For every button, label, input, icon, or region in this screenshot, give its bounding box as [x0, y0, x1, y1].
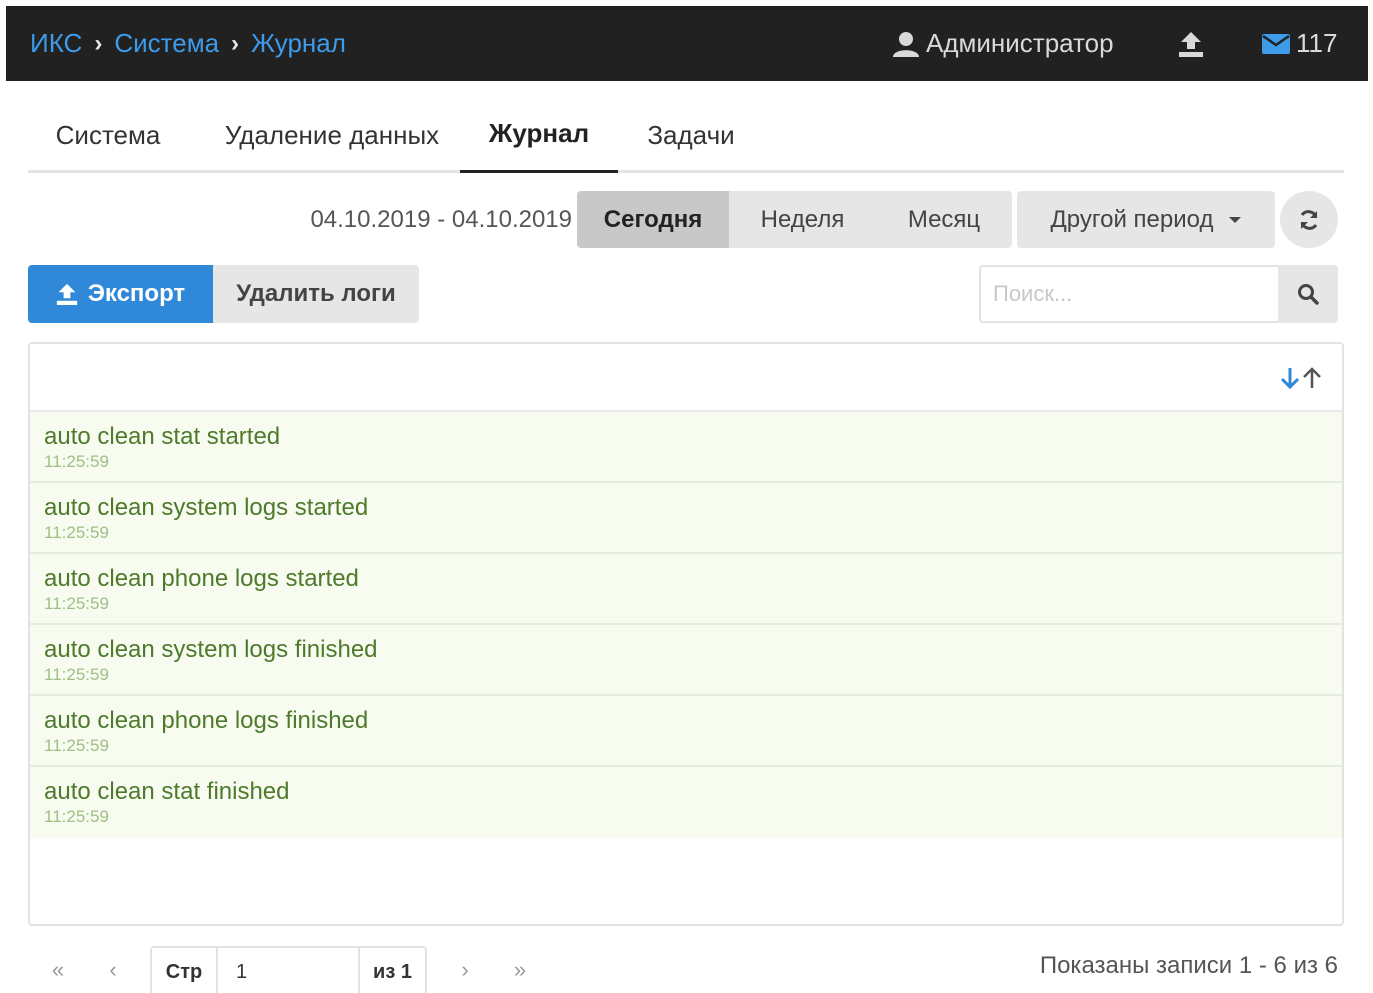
export-button[interactable]: Экспорт	[28, 265, 213, 323]
log-row: auto clean stat started 11:25:59	[30, 412, 1342, 483]
log-time: 11:25:59	[44, 594, 109, 613]
user-menu[interactable]: Администратор	[892, 6, 1114, 81]
refresh-icon	[1300, 209, 1318, 230]
page-number-input[interactable]	[216, 948, 360, 993]
top-bar: ИКС › Система › Журнал Администратор 117	[6, 6, 1368, 81]
log-message: auto clean system logs started	[44, 494, 369, 521]
upload-button[interactable]	[1178, 31, 1204, 62]
date-range: 04.10.2019 - 04.10.2019	[310, 205, 572, 233]
chevron-right-icon: ›	[94, 29, 103, 57]
breadcrumb-system[interactable]: Система	[114, 28, 219, 59]
log-message: auto clean phone logs started	[44, 565, 359, 592]
log-time: 11:25:59	[44, 523, 109, 542]
user-icon	[893, 31, 919, 57]
log-message: auto clean stat finished	[44, 778, 290, 805]
search-input[interactable]	[979, 265, 1278, 323]
prev-page-button[interactable]: ‹	[98, 946, 128, 993]
next-page-button[interactable]: ›	[450, 946, 480, 993]
caret-down-icon	[1229, 216, 1242, 223]
arrow-up-icon[interactable]	[1302, 366, 1322, 390]
records-info: Показаны записи 1 - 6 из 6	[1039, 952, 1338, 979]
refresh-button[interactable]	[1280, 191, 1338, 248]
upload-icon	[56, 283, 77, 305]
log-row: auto clean system logs started 11:25:59	[30, 483, 1342, 554]
log-panel: auto clean stat started 11:25:59 auto cl…	[28, 342, 1344, 926]
week-button[interactable]: Неделя	[729, 191, 876, 248]
log-time: 11:25:59	[44, 665, 109, 684]
last-page-button[interactable]: »	[502, 946, 538, 993]
log-message: auto clean system logs finished	[44, 636, 378, 663]
tab-tasks[interactable]: Задачи	[634, 97, 748, 173]
log-message: auto clean phone logs finished	[44, 707, 369, 734]
envelope-icon	[1262, 33, 1290, 54]
tab-data-deletion[interactable]: Удаление данных	[206, 97, 458, 173]
breadcrumb: ИКС › Система › Журнал	[30, 6, 346, 81]
month-button[interactable]: Месяц	[876, 191, 1012, 248]
other-period-label: Другой период	[1050, 205, 1214, 233]
user-name: Администратор	[926, 28, 1114, 58]
page-total: из 1	[373, 960, 412, 983]
search-icon	[1298, 284, 1319, 305]
log-time: 11:25:59	[44, 452, 109, 471]
search-button[interactable]	[1278, 265, 1338, 323]
breadcrumb-journal[interactable]: Журнал	[251, 28, 346, 59]
log-row: auto clean phone logs started 11:25:59	[30, 554, 1342, 625]
first-page-button[interactable]: «	[40, 946, 76, 993]
other-period-dropdown[interactable]: Другой период	[1017, 191, 1275, 248]
upload-icon	[1179, 32, 1203, 57]
log-row: auto clean stat finished 11:25:59	[30, 767, 1342, 838]
mail-button[interactable]: 117	[1262, 6, 1337, 81]
chevron-right-icon: ›	[231, 29, 240, 57]
tab-journal[interactable]: Журнал	[460, 97, 618, 173]
tab-system[interactable]: Система	[28, 97, 188, 173]
mail-count: 117	[1296, 28, 1338, 58]
log-row: auto clean system logs finished 11:25:59	[30, 625, 1342, 696]
page-label: Стр	[165, 960, 203, 983]
arrow-down-icon[interactable]	[1280, 366, 1300, 390]
log-row: auto clean phone logs finished 11:25:59	[30, 696, 1342, 767]
log-message: auto clean stat started	[44, 423, 281, 450]
tab-bar: Система Удаление данных Журнал Задачи	[28, 97, 1344, 173]
page-selector: Стр из 1	[150, 946, 427, 993]
period-buttons: Сегодня Неделя Месяц	[577, 191, 1012, 248]
export-label: Экспорт	[87, 280, 186, 307]
log-time: 11:25:59	[44, 736, 109, 755]
delete-logs-button[interactable]: Удалить логи	[213, 265, 419, 323]
log-time: 11:25:59	[44, 807, 109, 826]
breadcrumb-home[interactable]: ИКС	[30, 28, 82, 59]
today-button[interactable]: Сегодня	[577, 191, 729, 248]
sort-toggle[interactable]	[1280, 366, 1322, 390]
log-panel-header	[30, 344, 1342, 412]
